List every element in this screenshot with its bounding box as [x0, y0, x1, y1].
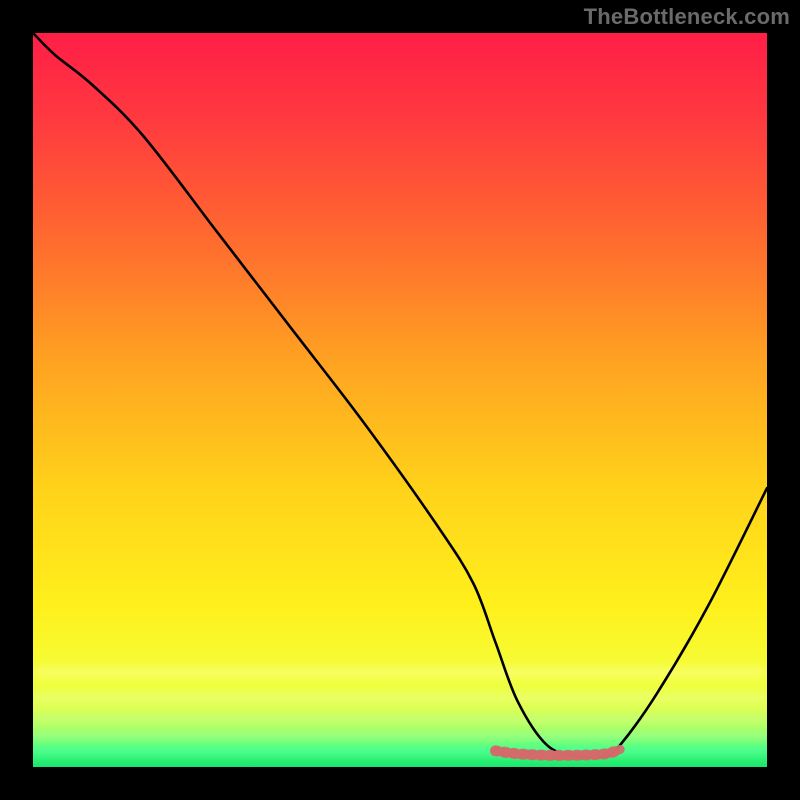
watermark-text: TheBottleneck.com: [584, 4, 790, 30]
bottleneck-curve: [33, 33, 767, 757]
flat-bottom-marker-dots: [495, 749, 620, 755]
chart-frame: TheBottleneck.com: [0, 0, 800, 800]
plot-area: [33, 33, 767, 767]
curve-layer: [33, 33, 767, 767]
